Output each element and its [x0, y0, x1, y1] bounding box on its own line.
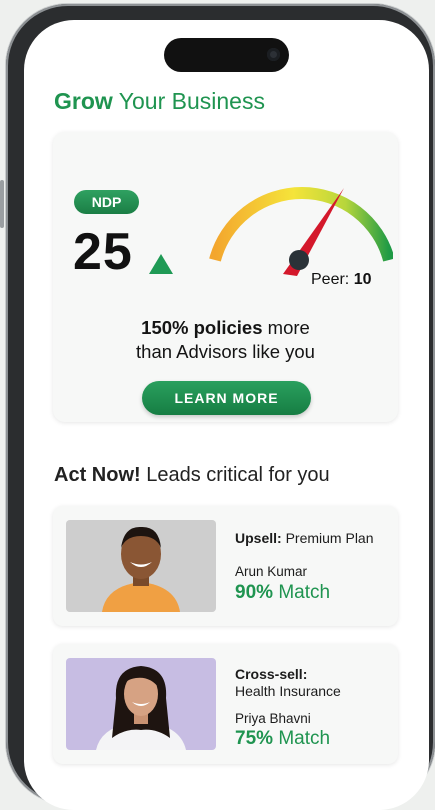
- learn-more-button[interactable]: LEARN MORE: [142, 381, 311, 415]
- lead-name: Arun Kumar: [235, 564, 308, 579]
- lead-match-label: Match: [278, 582, 331, 603]
- peer-score: Peer: 10: [311, 271, 372, 289]
- gauge-hub: [289, 250, 309, 270]
- lead-card[interactable]: Cross-sell: Health Insurance Priya Bhavn…: [53, 644, 398, 764]
- page-title: Grow Your Business: [54, 88, 265, 115]
- page-title-bold: Grow: [54, 88, 113, 114]
- dynamic-island: [164, 38, 289, 72]
- page-title-rest: Your Business: [118, 88, 265, 114]
- trend-up-icon: [149, 254, 173, 274]
- lead-type-rest: Health Insurance: [235, 683, 341, 699]
- volume-button: [0, 180, 4, 228]
- message-rest: more: [267, 317, 310, 338]
- peer-value: 10: [353, 271, 372, 288]
- ndp-value: 25: [73, 223, 133, 281]
- message-line2: than Advisors like you: [136, 341, 315, 362]
- leads-title-bold: Act Now!: [54, 464, 141, 486]
- lead-card[interactable]: Upsell: Premium Plan Arun Kumar 90% Matc…: [53, 506, 398, 626]
- phone-screen: Grow Your Business NDP 25 Peer: 10 150% …: [24, 20, 429, 810]
- leads-title-rest: Leads critical for you: [146, 464, 330, 486]
- lead-type-bold: Cross-sell:: [235, 666, 308, 682]
- peer-label: Peer:: [311, 271, 350, 288]
- performance-card: NDP 25 Peer: 10 150% policies more than …: [53, 132, 398, 422]
- lead-match: 75% Match: [235, 728, 330, 750]
- comparison-message: 150% policies more than Advisors like yo…: [53, 316, 398, 364]
- phone-frame: Grow Your Business NDP 25 Peer: 10 150% …: [6, 4, 435, 810]
- lead-avatar: [66, 658, 216, 750]
- lead-name: Priya Bhavni: [235, 711, 311, 726]
- leads-section-title: Act Now! Leads critical for you: [54, 464, 330, 487]
- lead-match-label: Match: [278, 728, 331, 749]
- ndp-badge: NDP: [74, 190, 139, 214]
- lead-type: Cross-sell: Health Insurance: [235, 666, 341, 700]
- lead-type: Upsell: Premium Plan: [235, 530, 374, 546]
- lead-type-bold: Upsell:: [235, 530, 282, 546]
- lead-match: 90% Match: [235, 582, 330, 604]
- performance-gauge: [209, 187, 393, 276]
- lead-match-value: 90%: [235, 582, 274, 603]
- camera-icon: [267, 48, 280, 61]
- lead-avatar: [66, 520, 216, 612]
- lead-match-value: 75%: [235, 728, 274, 749]
- message-bold: 150% policies: [141, 317, 263, 338]
- lead-type-rest: Premium Plan: [285, 530, 374, 546]
